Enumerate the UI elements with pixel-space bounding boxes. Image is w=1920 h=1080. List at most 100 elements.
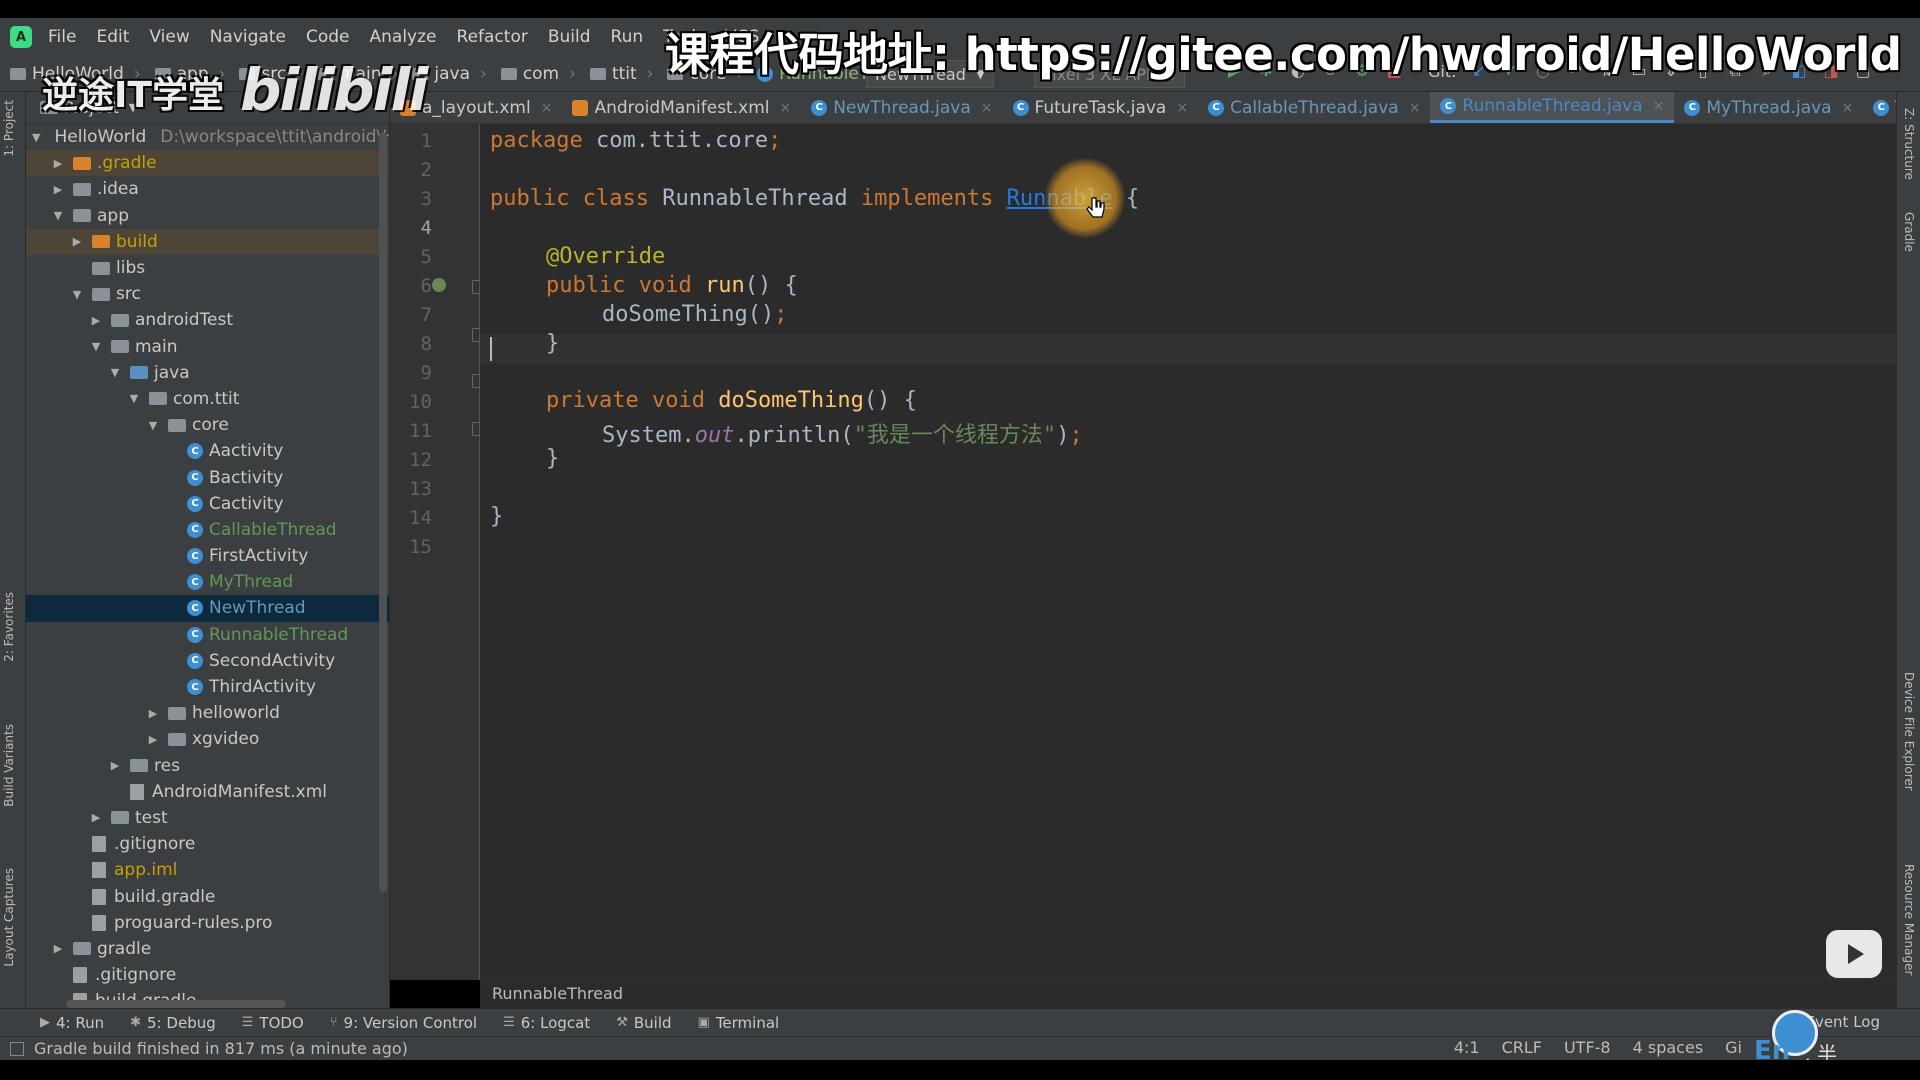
tool-tab-layout-captures[interactable]: Layout Captures (2, 868, 16, 967)
tree-item[interactable]: ▶ .gradle (26, 150, 389, 177)
tool-tab-project[interactable]: 1: Project (2, 100, 16, 157)
menu-item-navigate[interactable]: Navigate (210, 27, 286, 47)
tree-item[interactable]: libs (26, 255, 389, 281)
menu-item-refactor[interactable]: Refactor (457, 27, 528, 47)
close-icon[interactable]: × (1409, 100, 1421, 116)
close-icon[interactable]: × (1653, 98, 1665, 114)
tree-item[interactable]: ▼ java (26, 360, 389, 386)
breadcrumb-item[interactable]: ttit › (589, 64, 653, 84)
tree-item[interactable]: C ThirdActivity (26, 674, 389, 700)
menu-item-analyze[interactable]: Analyze (370, 27, 437, 47)
tree-item[interactable]: ▶ res (26, 753, 389, 779)
git-branch[interactable]: Gi (1725, 1038, 1742, 1057)
editor-tab[interactable]: C RunnableThread.java × (1430, 92, 1675, 123)
tree-item[interactable]: C CallableThread (26, 517, 389, 543)
editor-tab[interactable]: AndroidManifest.xml × (562, 92, 801, 123)
tree-item[interactable]: ▼ HelloWorld D:\workspace\ttit\android\H (26, 124, 389, 150)
indent-setting[interactable]: 4 spaces (1633, 1038, 1704, 1057)
tree-item[interactable]: ▼ com.ttit (26, 386, 389, 412)
bottom-tool-5-debug[interactable]: ✱ 5: Debug (130, 1014, 216, 1032)
close-icon[interactable]: × (779, 100, 791, 116)
tree-item[interactable]: .gitignore (26, 962, 389, 988)
project-tree-hscrollbar[interactable] (66, 1000, 286, 1008)
tree-item[interactable]: ▶ build (26, 228, 389, 255)
editor-tab[interactable]: C CallableThread.java × (1198, 92, 1430, 123)
tree-item[interactable]: C RunnableThread (26, 622, 389, 648)
menu-item-run[interactable]: Run (611, 27, 644, 47)
menu-item-view[interactable]: View (149, 27, 189, 47)
tree-item[interactable]: ▼ core (26, 412, 389, 438)
bottom-tool-build[interactable]: ⚒ Build (616, 1014, 671, 1032)
status-toggle-icon[interactable] (10, 1041, 24, 1056)
tree-item[interactable]: proguard-rules.pro (26, 910, 389, 936)
tree-item[interactable]: ▶ test (26, 805, 389, 831)
editor-tab[interactable]: CThread.java× (1863, 92, 1896, 123)
bottom-tool-4-run[interactable]: ▶ 4: Run (40, 1014, 104, 1032)
override-gutter-icon[interactable] (432, 278, 446, 292)
collapse-arrow-icon[interactable]: ▶ (89, 811, 103, 824)
project-tree-scrollbar[interactable] (379, 132, 387, 892)
video-play-icon[interactable] (1826, 930, 1882, 978)
expand-arrow-icon[interactable]: ▼ (146, 419, 160, 432)
collapse-arrow-icon[interactable]: ▶ (51, 157, 65, 170)
tree-item[interactable]: build.gradle (26, 883, 389, 909)
collapse-arrow-icon[interactable]: ▶ (51, 942, 65, 955)
tree-item[interactable]: ▶ gradle (26, 936, 389, 962)
collapse-arrow-icon[interactable]: ▶ (70, 235, 84, 248)
breadcrumb-item[interactable]: com › (500, 64, 576, 84)
menu-item-build[interactable]: Build (548, 27, 591, 47)
bottom-tool-6-logcat[interactable]: ☰ 6: Logcat (503, 1014, 590, 1032)
collapse-arrow-icon[interactable]: ▶ (51, 183, 65, 196)
bottom-tool-todo[interactable]: ☰ TODO (242, 1014, 304, 1032)
menu-item-code[interactable]: Code (306, 27, 350, 47)
tree-item[interactable]: ▼ src (26, 281, 389, 307)
tree-item[interactable]: C MyThread (26, 569, 389, 595)
tree-item[interactable]: ▼ app (26, 203, 389, 229)
tree-item[interactable]: .gitignore (26, 831, 389, 857)
editor-tab[interactable]: C NewThread.java × (801, 92, 1002, 123)
tool-tab-device-file-explorer[interactable]: Device File Explorer (1902, 672, 1916, 791)
close-icon[interactable]: × (1842, 100, 1854, 116)
expand-arrow-icon[interactable]: ▼ (70, 288, 84, 301)
tree-item[interactable]: ▶ .idea (26, 176, 389, 202)
collapse-arrow-icon[interactable]: ▶ (146, 707, 160, 720)
bottom-tool-terminal[interactable]: ▣ Terminal (698, 1014, 780, 1032)
tool-tab-favorites[interactable]: 2: Favorites (2, 592, 16, 662)
tree-item[interactable]: C Bactivity (26, 464, 389, 490)
tool-tab-resource-manager[interactable]: Resource Manager (1902, 864, 1916, 975)
cursor-position[interactable]: 4:1 (1454, 1038, 1480, 1057)
expand-arrow-icon[interactable]: ▼ (32, 131, 40, 144)
file-encoding[interactable]: UTF-8 (1564, 1038, 1611, 1057)
close-icon[interactable]: × (1176, 100, 1188, 116)
collapse-arrow-icon[interactable]: ▶ (146, 733, 160, 746)
tree-item[interactable]: ▶ xgvideo (26, 726, 389, 752)
expand-arrow-icon[interactable]: ▼ (108, 366, 122, 379)
collapse-arrow-icon[interactable]: ▶ (89, 314, 103, 327)
close-icon[interactable]: × (541, 100, 553, 116)
tree-item[interactable]: C Aactivity (26, 438, 389, 464)
editor-breadcrumb[interactable]: RunnableThread (480, 978, 1896, 1008)
close-icon[interactable]: × (981, 100, 993, 116)
expand-arrow-icon[interactable]: ▼ (51, 209, 65, 222)
expand-arrow-icon[interactable]: ▼ (127, 392, 141, 405)
line-separator[interactable]: CRLF (1502, 1038, 1542, 1057)
menu-item-edit[interactable]: Edit (96, 27, 129, 47)
tree-item[interactable]: ▶ androidTest (26, 307, 389, 333)
collapse-arrow-icon[interactable]: ▶ (108, 759, 122, 772)
menu-item-file[interactable]: File (48, 27, 76, 47)
tool-tab-build-variants[interactable]: Build Variants (2, 724, 16, 807)
tree-item[interactable]: ▶ helloworld (26, 700, 389, 726)
tree-item[interactable]: C NewThread (26, 595, 389, 622)
tree-item[interactable]: ▼ main (26, 334, 389, 360)
tree-item[interactable]: app.iml (26, 857, 389, 883)
editor-tab[interactable]: C MyThread.java × (1674, 92, 1863, 123)
code-editor[interactable]: package com.ttit.core; public class Runn… (480, 124, 1896, 980)
editor-tab[interactable]: C FutureTask.java × (1003, 92, 1199, 123)
tool-tab-gradle[interactable]: Gradle (1902, 212, 1916, 252)
tree-item[interactable]: C FirstActivity (26, 543, 389, 569)
tree-item[interactable]: AndroidManifest.xml (26, 779, 389, 805)
tree-item[interactable]: C SecondActivity (26, 648, 389, 674)
tree-item[interactable]: C Cactivity (26, 491, 389, 517)
bottom-tool-9-version-control[interactable]: ⑂ 9: Version Control (330, 1014, 477, 1032)
expand-arrow-icon[interactable]: ▼ (89, 340, 103, 353)
